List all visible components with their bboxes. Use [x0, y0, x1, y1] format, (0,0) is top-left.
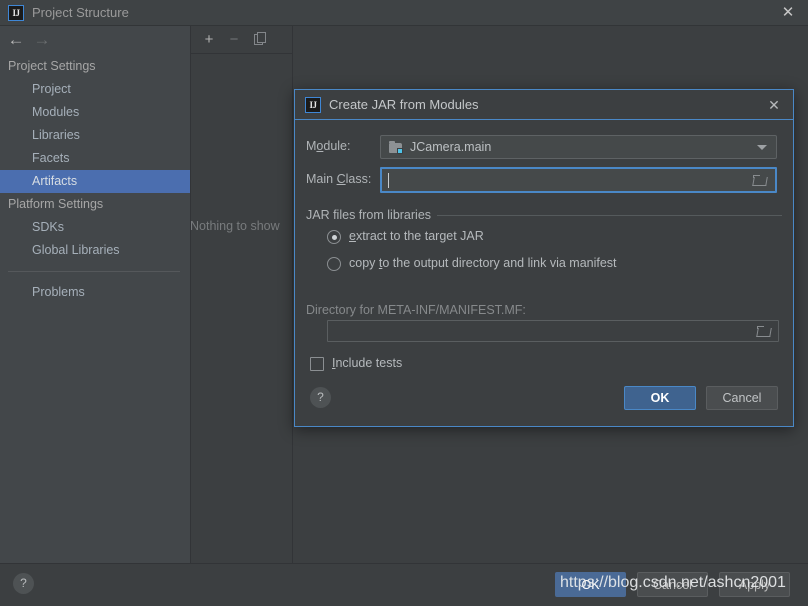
dialog-close-icon[interactable]: ✕	[765, 96, 783, 114]
radio-copy-label-post: o the output directory and link via mani…	[382, 256, 617, 270]
sidebar-item-global-libraries[interactable]: Global Libraries	[0, 239, 190, 262]
main-class-browse-icon[interactable]	[753, 175, 767, 186]
window-cancel-button[interactable]: Cancel	[637, 572, 708, 597]
empty-state-label: Nothing to show	[190, 219, 280, 233]
module-label: Module:	[306, 139, 350, 153]
radio-extract-label-mnemonic: e	[349, 229, 356, 243]
radio-extract-label: extract to the target JAR	[349, 229, 484, 243]
sidebar-item-libraries[interactable]: Libraries	[0, 124, 190, 147]
create-jar-dialog: IJ Create JAR from Modules ✕ Module: JCa…	[294, 89, 794, 427]
intellij-logo-icon: IJ	[8, 5, 24, 21]
include-tests-label: Include tests	[332, 356, 402, 370]
jar-group-title: JAR files from libraries	[306, 208, 438, 222]
radio-extract-label-post: xtract to the target JAR	[355, 229, 484, 243]
radio-extract-to-target-jar[interactable]	[327, 230, 341, 244]
module-selected-value: JCamera.main	[410, 140, 492, 154]
settings-nav-list: Project Settings Project Modules Librari…	[0, 55, 190, 304]
dialog-titlebar: IJ Create JAR from Modules ✕	[295, 90, 793, 120]
manifest-directory-input[interactable]	[327, 320, 779, 342]
remove-artifact-icon[interactable]: −	[225, 31, 243, 49]
module-chip-shape	[397, 148, 403, 154]
window-title: Project Structure	[32, 5, 129, 20]
main-class-label-mnemonic: C	[336, 172, 346, 186]
copy-glyph	[253, 32, 266, 45]
window-bottom-bar: ? OK Cancel Apply	[0, 563, 808, 606]
nav-group-platform-settings: Platform Settings	[8, 197, 104, 211]
artifacts-list-panel: + −	[191, 26, 293, 563]
sidebar-item-sdks[interactable]: SDKs	[0, 216, 190, 239]
window-apply-button[interactable]: Apply	[719, 572, 790, 597]
window-titlebar: IJ Project Structure ✕	[0, 0, 808, 26]
dialog-ok-button[interactable]: OK	[624, 386, 696, 410]
manifest-directory-browse-icon[interactable]	[757, 326, 771, 337]
dialog-cancel-button[interactable]: Cancel	[706, 386, 778, 410]
main-class-label: Main Class:	[306, 172, 371, 186]
include-tests-checkbox[interactable]	[310, 357, 324, 371]
sidebar-divider	[8, 271, 180, 272]
sidebar-item-artifacts[interactable]: Artifacts	[0, 170, 190, 193]
forward-arrow-icon[interactable]: →	[31, 30, 53, 50]
radio-copy-label-pre: copy	[349, 256, 379, 270]
back-arrow-icon[interactable]: ←	[5, 30, 27, 50]
sidebar-item-modules[interactable]: Modules	[0, 101, 190, 124]
dialog-help-icon[interactable]: ?	[310, 387, 331, 408]
window-ok-button[interactable]: OK	[555, 572, 626, 597]
main-class-label-pre: Main	[306, 172, 337, 186]
text-caret	[388, 173, 389, 188]
radio-copy-to-output-directory[interactable]	[327, 257, 341, 271]
nav-group-project-settings: Project Settings	[8, 59, 96, 73]
settings-sidebar: ← → Project Settings Project Modules Lib…	[0, 26, 191, 563]
include-tests-label-post: nclude tests	[335, 356, 403, 370]
project-structure-window: IJ Project Structure ✕ ← → Project Setti…	[0, 0, 808, 606]
module-folder-icon	[389, 141, 403, 154]
module-combobox[interactable]: JCamera.main	[380, 135, 777, 159]
window-close-icon[interactable]: ✕	[778, 4, 798, 22]
radio-copy-label: copy to the output directory and link vi…	[349, 256, 617, 270]
chevron-down-icon[interactable]	[757, 145, 767, 150]
dialog-title: Create JAR from Modules	[329, 97, 479, 112]
sidebar-item-facets[interactable]: Facets	[0, 147, 190, 170]
add-artifact-icon[interactable]: +	[200, 31, 218, 49]
module-label-pre: M	[306, 139, 317, 153]
sidebar-item-problems[interactable]: Problems	[0, 281, 190, 304]
artifacts-toolbar: + −	[191, 26, 292, 54]
main-class-input[interactable]	[380, 167, 777, 193]
sidebar-item-project[interactable]: Project	[0, 78, 190, 101]
sidebar-nav-toolbar: ← →	[0, 26, 190, 54]
manifest-directory-label: Directory for META-INF/MANIFEST.MF:	[306, 303, 526, 317]
help-icon[interactable]: ?	[13, 573, 34, 594]
main-class-label-post: lass:	[345, 172, 372, 186]
copy-artifact-icon[interactable]	[249, 31, 267, 49]
module-label-post: dule:	[323, 139, 351, 153]
dialog-intellij-logo-icon: IJ	[305, 97, 321, 113]
